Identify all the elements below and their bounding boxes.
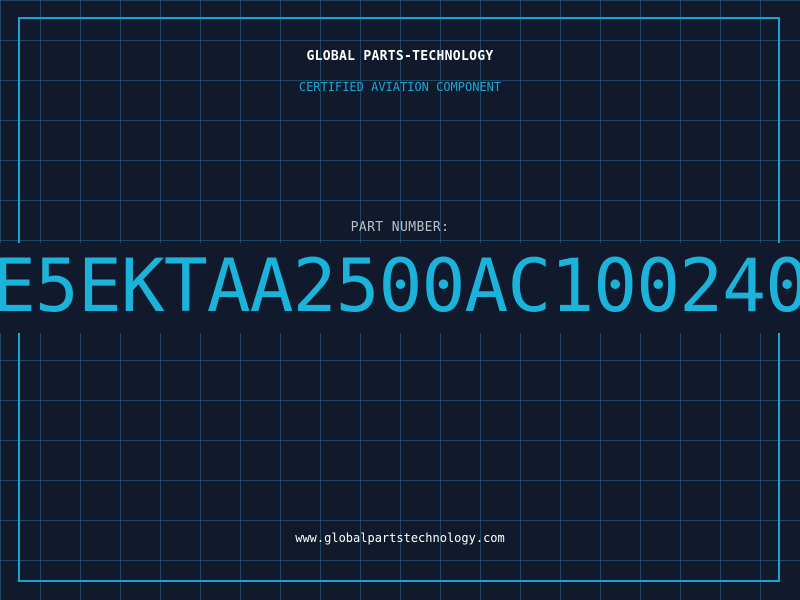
part-label-card: GLOBAL PARTS-TECHNOLOGY CERTIFIED AVIATI… (0, 0, 800, 600)
website-url: www.globalpartstechnology.com (295, 531, 505, 545)
certification-tagline: CERTIFIED AVIATION COMPONENT (298, 80, 502, 94)
part-number-label: PART NUMBER: (350, 220, 450, 235)
part-number-value: E5EKTAA2500AC100240 (0, 244, 800, 329)
company-name: GLOBAL PARTS-TECHNOLOGY (306, 49, 494, 64)
